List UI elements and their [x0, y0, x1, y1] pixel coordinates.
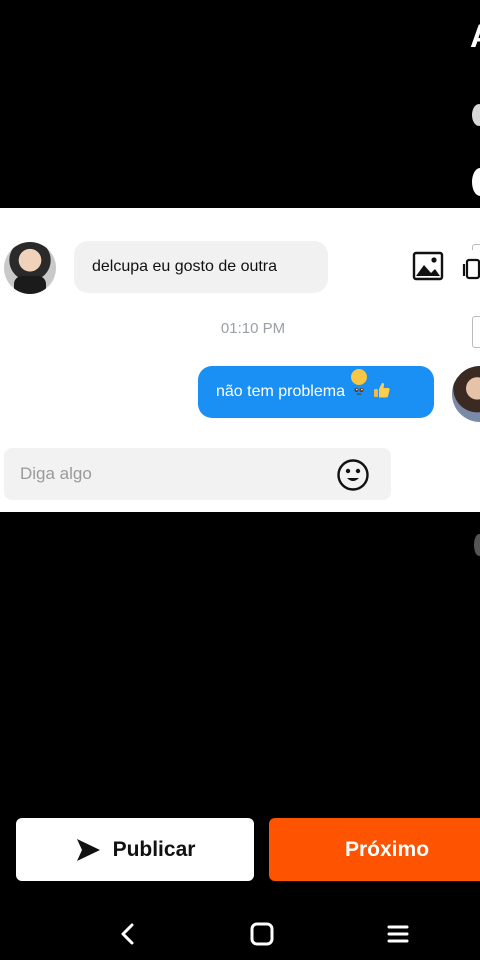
- next-button[interactable]: Próximo: [269, 818, 480, 881]
- message-input[interactable]: Diga algo: [4, 448, 391, 500]
- input-placeholder: Diga algo: [20, 464, 92, 483]
- message-timestamp: 01:10 PM: [220, 320, 286, 337]
- next-label: Próximo: [345, 838, 430, 861]
- emoji-icon[interactable]: [336, 458, 370, 492]
- publish-label: Publicar: [112, 837, 196, 861]
- edge-indicator: [472, 168, 480, 196]
- avatar[interactable]: [452, 366, 480, 422]
- thumbs-up-emoji-icon: [373, 382, 390, 398]
- home-icon[interactable]: [244, 916, 280, 952]
- edge-indicator: [474, 534, 480, 556]
- edge-indicator: [472, 104, 480, 126]
- outgoing-message-text: não tem problema: [216, 383, 345, 400]
- publish-button[interactable]: Publicar: [16, 818, 254, 881]
- edge-letter: A: [470, 18, 480, 55]
- send-icon: [76, 838, 100, 861]
- avatar[interactable]: [4, 242, 56, 294]
- pleading-face-emoji-icon: [351, 369, 368, 395]
- image-icon[interactable]: [410, 248, 446, 284]
- back-icon[interactable]: [110, 916, 146, 952]
- message-side-icon: [472, 316, 480, 348]
- attachment-icon[interactable]: [462, 250, 480, 286]
- outgoing-message: não tem problema: [198, 366, 434, 418]
- incoming-message: delcupa eu gosto de outra: [74, 241, 328, 293]
- chat-screenshot: delcupa eu gosto de outra 01:10 PM não t…: [0, 208, 480, 512]
- menu-icon[interactable]: [380, 916, 416, 952]
